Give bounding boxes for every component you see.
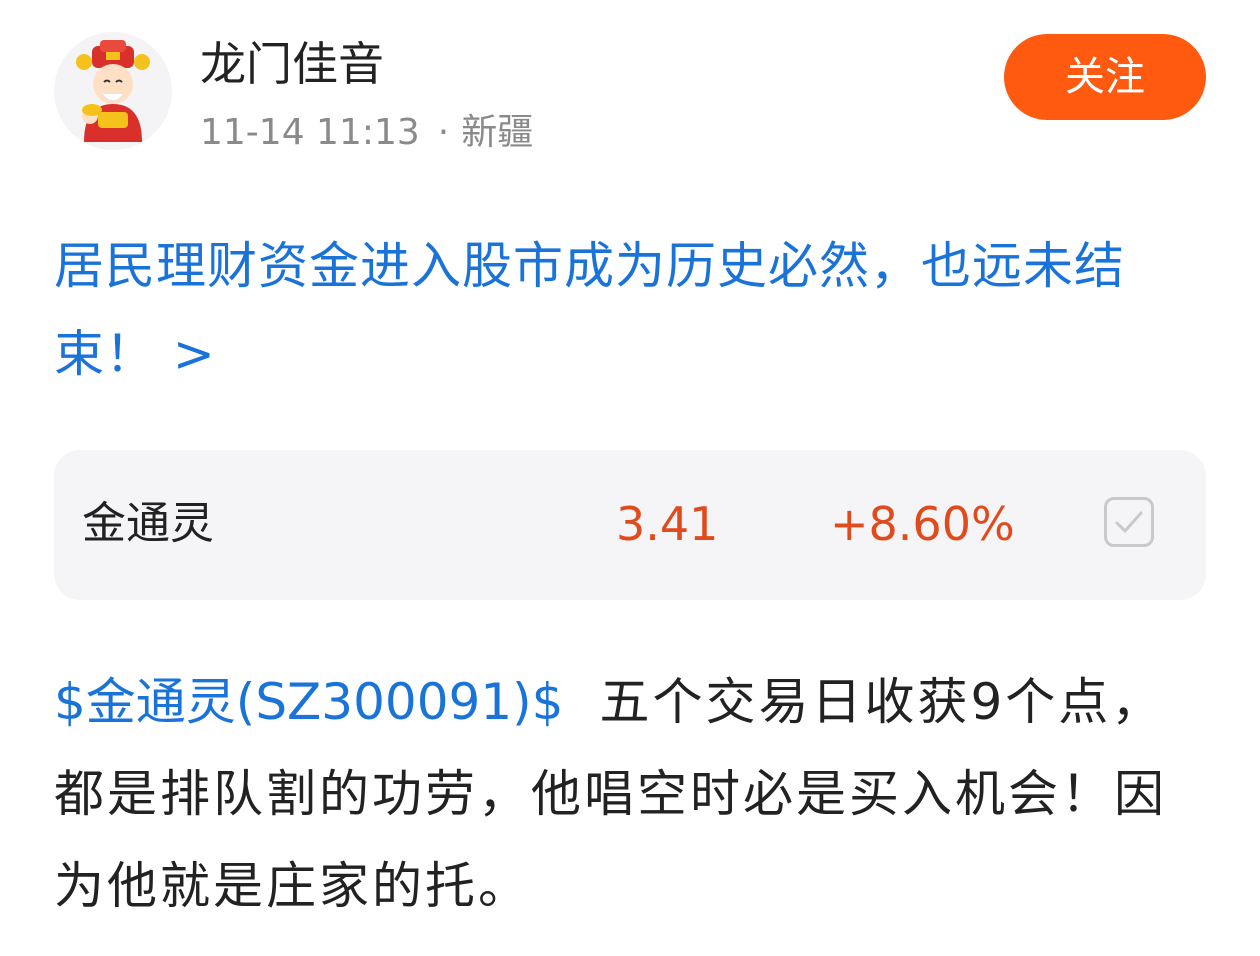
stock-quote-card[interactable]: 金通灵 3.41 +8.60% xyxy=(54,450,1206,600)
post-body: $金通灵(SZ300091)$ 五个交易日收获9个点，都是排队割的功劳，他唱空时必… xyxy=(54,656,1214,932)
post-headline-link[interactable]: 居民理财资金进入股市成为历史必然，也远未结束！ > xyxy=(54,222,1214,398)
post-timestamp: 11-14 11:13 xyxy=(200,112,420,153)
checkmark-icon xyxy=(1115,511,1143,533)
post-card: 龙门佳音 11-14 11:13 · 新疆 关注 居民理财资金进入股市成为历史必然，… xyxy=(0,0,1260,956)
post-meta: 11-14 11:13 · 新疆 xyxy=(200,108,533,158)
avatar[interactable] xyxy=(54,32,172,150)
watchlist-checkbox[interactable] xyxy=(1104,497,1154,547)
follow-button[interactable]: 关注 xyxy=(1004,34,1206,120)
author-name[interactable]: 龙门佳音 xyxy=(200,34,384,94)
stock-tag-link[interactable]: $金通灵(SZ300091)$ xyxy=(54,673,564,731)
post-location: 新疆 xyxy=(461,112,534,153)
meta-separator: · xyxy=(437,112,450,153)
stock-price: 3.41 xyxy=(616,497,719,551)
stock-name: 金通灵 xyxy=(82,498,214,549)
stock-change: +8.60% xyxy=(830,497,1015,551)
cartoon-god-of-wealth-avatar-icon xyxy=(76,40,150,142)
